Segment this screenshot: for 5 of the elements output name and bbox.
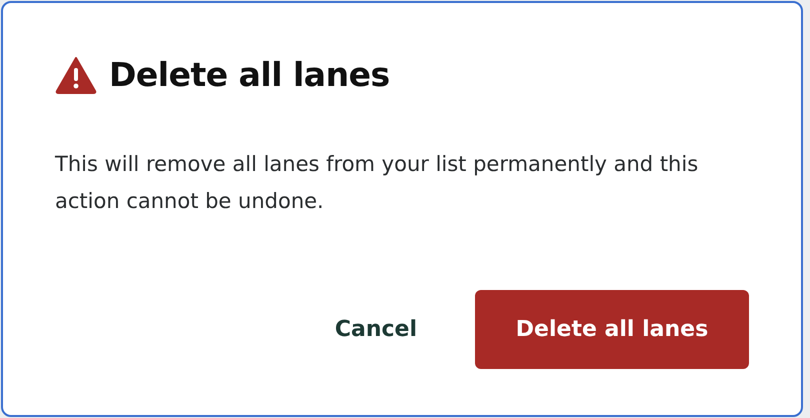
cancel-button[interactable]: Cancel bbox=[332, 307, 419, 352]
warning-icon bbox=[55, 56, 97, 94]
delete-button[interactable]: Delete all lanes bbox=[475, 290, 749, 369]
dialog-title: Delete all lanes bbox=[109, 55, 390, 94]
dialog-message: This will remove all lanes from your list permanently and this action cannot be undone. bbox=[55, 151, 700, 215]
